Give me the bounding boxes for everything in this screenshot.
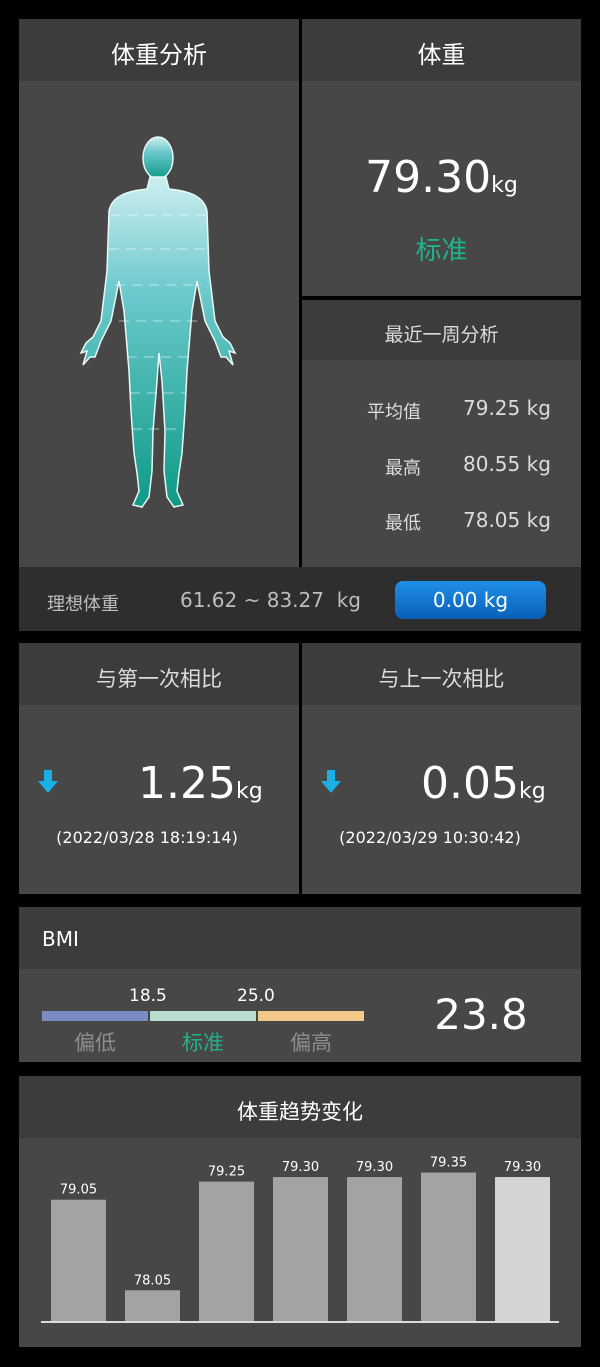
compare-first-unit: kg: [235, 779, 263, 804]
compare-last-value-row: 0.05kg: [421, 758, 546, 809]
weekly-max-value: 80.55 kg: [463, 452, 551, 476]
compare-last-unit: kg: [518, 779, 546, 804]
weekly-max-label: 最高: [385, 458, 421, 479]
trend-bar-chart: 79.05 78.05 79.25 79.30 79.30 79.35 79.30: [41, 1156, 559, 1323]
weekly-min-label: 最低: [385, 513, 421, 534]
chart-bar[interactable]: [347, 1177, 402, 1321]
bmi-title: BMI: [42, 927, 79, 951]
ideal-weight-range: 61.62 ~ 83.27: [180, 588, 324, 612]
chart-bar[interactable]: [199, 1181, 254, 1321]
chart-data-label: 79.30: [504, 1160, 541, 1175]
weight-diff-button[interactable]: 0.00 kg: [395, 581, 546, 619]
weekly-title: 最近一周分析: [384, 324, 499, 346]
analysis-title: 体重分析: [111, 41, 207, 69]
chart-bar[interactable]: [125, 1290, 180, 1321]
bmi-label-high: 偏高: [290, 1031, 332, 1055]
ideal-weight-unit: kg: [336, 588, 361, 612]
chart-bar[interactable]: [273, 1177, 328, 1321]
body-figure-panel: [19, 81, 299, 567]
compare-last-value: 0.05: [421, 758, 519, 809]
bmi-header: [19, 907, 581, 969]
chart-data-label: 79.35: [430, 1156, 467, 1171]
bmi-scale-mid: [150, 1011, 256, 1021]
compare-first-value: 1.25: [138, 758, 236, 809]
weight-status: 标准: [415, 236, 468, 266]
bmi-threshold-low: 18.5: [129, 986, 167, 1006]
bmi-label-mid: 标准: [182, 1031, 224, 1055]
weekly-avg-value: 79.25 kg: [463, 396, 551, 420]
weight-title: 体重: [417, 41, 466, 69]
ideal-weight-range-row: 61.62 ~ 83.27 kg: [180, 588, 361, 612]
weekly-avg-label: 平均值: [367, 402, 421, 423]
chart-data-label: 79.25: [208, 1165, 245, 1180]
bmi-scale-low: [42, 1011, 148, 1021]
trend-title: 体重趋势变化: [237, 1100, 363, 1124]
bmi-label-low: 偏低: [74, 1031, 116, 1055]
compare-first-title: 与第一次相比: [96, 667, 222, 691]
down-arrow-icon: [321, 770, 341, 793]
bmi-value: 23.8: [434, 990, 528, 1039]
weight-value-row: 79.30kg: [302, 152, 581, 203]
compare-last-title: 与上一次相比: [378, 667, 505, 691]
chart-data-label: 79.30: [356, 1160, 393, 1175]
chart-bar[interactable]: [51, 1199, 106, 1321]
bmi-scale-high: [258, 1011, 364, 1021]
weight-unit: kg: [491, 173, 518, 198]
compare-last-date: (2022/03/29 10:30:42): [339, 828, 521, 847]
bmi-threshold-high: 25.0: [237, 986, 275, 1006]
chart-data-label: 78.05: [134, 1273, 171, 1288]
human-body-figure: [79, 136, 237, 508]
chart-data-label: 79.05: [60, 1183, 97, 1198]
weight-value: 79.30: [365, 152, 492, 203]
compare-first-value-row: 1.25kg: [138, 758, 263, 809]
compare-first-date: (2022/03/28 18:19:14): [56, 828, 238, 847]
chart-bar[interactable]: [495, 1177, 550, 1321]
down-arrow-icon: [38, 770, 58, 793]
chart-data-label: 79.30: [282, 1160, 319, 1175]
ideal-weight-label: 理想体重: [47, 594, 119, 615]
chart-bar[interactable]: [421, 1172, 476, 1321]
weekly-min-value: 78.05 kg: [463, 508, 551, 532]
